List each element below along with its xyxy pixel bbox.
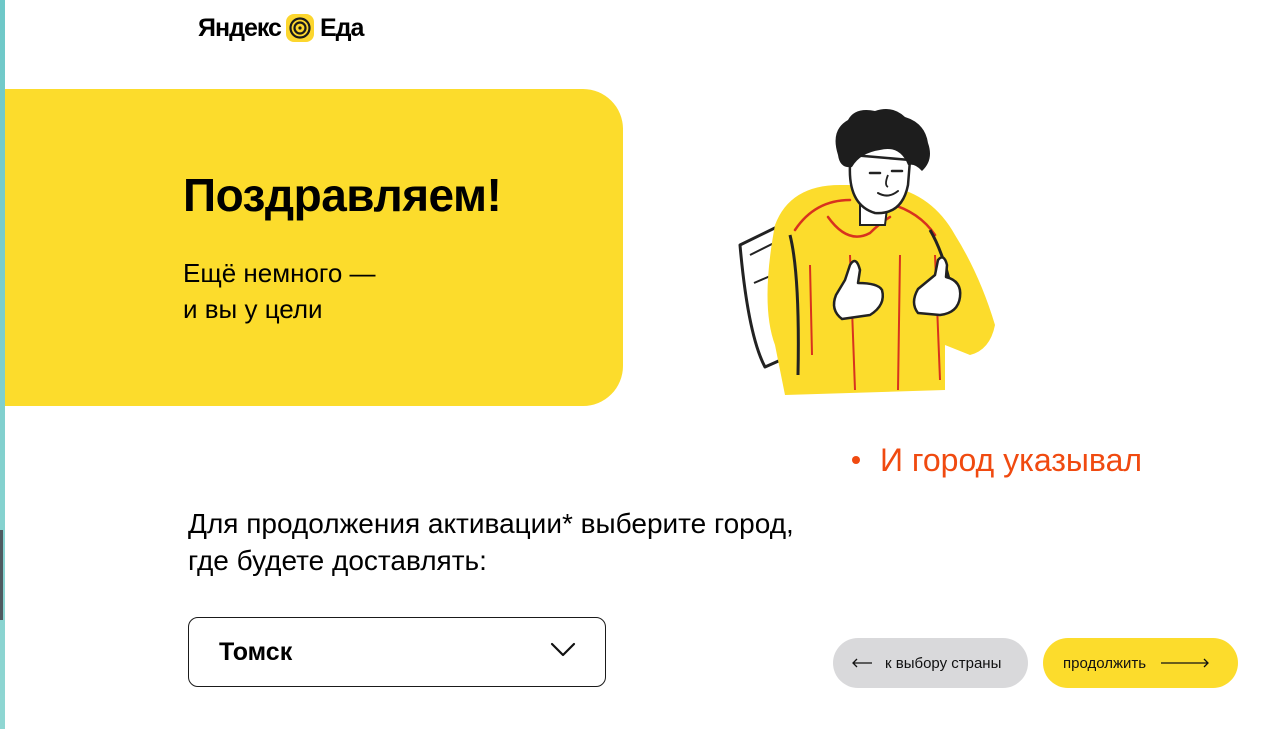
- hero-title: Поздравляем!: [183, 169, 502, 221]
- continue-button[interactable]: продолжить: [1043, 638, 1238, 688]
- hero-subtitle: Ещё немного — и вы у цели: [183, 255, 376, 327]
- courier-thumbs-up-illustration: [738, 109, 995, 395]
- city-prompt-line1: Для продолжения активации* выберите горо…: [188, 508, 794, 539]
- chevron-down-icon: [550, 642, 576, 663]
- continue-button-label: продолжить: [1063, 654, 1147, 672]
- bullet-dot-icon: [852, 456, 860, 464]
- hero-card: [5, 89, 623, 406]
- hero-subtitle-line1: Ещё немного —: [183, 258, 376, 288]
- city-note-text: И город указывал: [880, 442, 1143, 478]
- city-prompt: Для продолжения активации* выберите горо…: [188, 505, 794, 579]
- back-to-country-button[interactable]: к выбору страны: [833, 638, 1028, 688]
- logo-eda-text: Еда: [319, 14, 364, 42]
- yandex-eda-logo[interactable]: Яндекс Еда: [198, 12, 364, 44]
- arrow-right-icon: [1160, 658, 1210, 668]
- yandex-eda-swirl-icon: [285, 14, 314, 42]
- hero-subtitle-line2: и вы у цели: [183, 294, 323, 324]
- city-select-value: Томск: [219, 637, 293, 666]
- arrow-left-icon: [851, 658, 873, 668]
- logo-yandex-text: Яндекс: [198, 14, 282, 42]
- window-edge-shadow: [0, 530, 3, 620]
- city-selected-note: И город указывал: [852, 440, 1142, 480]
- city-select[interactable]: Томск: [188, 617, 606, 687]
- back-button-label: к выбору страны: [885, 654, 1002, 672]
- city-prompt-line2: где будете доставлять:: [188, 545, 487, 576]
